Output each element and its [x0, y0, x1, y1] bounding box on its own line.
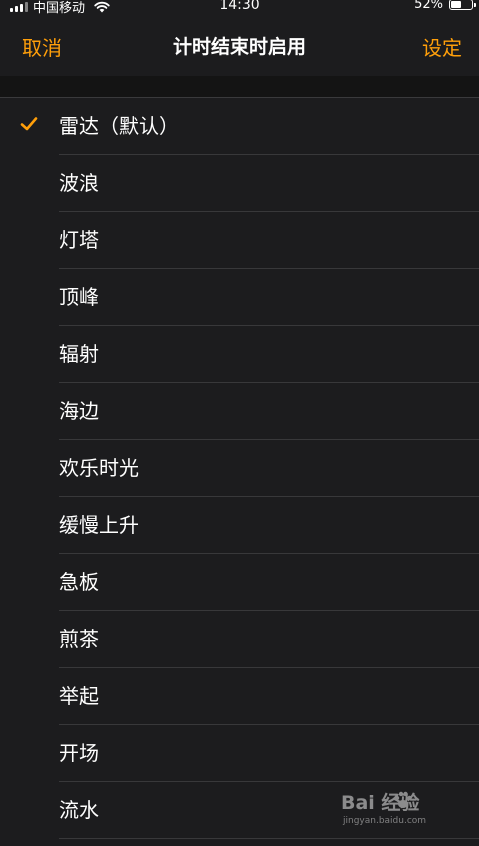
- timer-end-sound-screen: 中国移动 14:30 52% 取消 计时结束时启用 设定 雷达（默认） 波浪灯塔顶…: [0, 0, 479, 846]
- status-right: 52%: [414, 0, 476, 12]
- option-label: 煎茶: [59, 627, 99, 651]
- battery-level: [451, 1, 462, 8]
- option-item[interactable]: 急板: [0, 554, 479, 611]
- status-bar: 中国移动 14:30 52%: [0, 0, 479, 16]
- option-item[interactable]: 举起: [0, 668, 479, 725]
- option-label: 开场: [59, 741, 99, 765]
- option-item[interactable]: 顶峰: [0, 269, 479, 326]
- navigation-bar: 取消 计时结束时启用 设定: [0, 14, 479, 76]
- row-divider: [59, 838, 479, 839]
- option-label: 海边: [59, 399, 99, 423]
- sound-options-list: 雷达（默认） 波浪灯塔顶峰辐射海边欢乐时光缓慢上升急板煎茶举起开场流水: [0, 98, 479, 839]
- option-label: 辐射: [59, 342, 99, 366]
- option-item[interactable]: 辐射: [0, 326, 479, 383]
- option-label: 举起: [59, 684, 99, 708]
- battery-percent: 52%: [414, 0, 443, 12]
- watermark-url: jingyan.baidu.com: [343, 816, 427, 826]
- paw-icon: [394, 791, 412, 808]
- option-label: 波浪: [59, 171, 99, 195]
- option-item[interactable]: 海边: [0, 383, 479, 440]
- option-item[interactable]: 欢乐时光: [0, 440, 479, 497]
- option-item[interactable]: 灯塔: [0, 212, 479, 269]
- checkmark-icon: [20, 117, 38, 131]
- option-item[interactable]: 波浪: [0, 155, 479, 212]
- option-label: 灯塔: [59, 228, 99, 252]
- option-item[interactable]: 雷达（默认）: [0, 98, 479, 155]
- option-item[interactable]: 开场: [0, 725, 479, 782]
- option-item[interactable]: 缓慢上升: [0, 497, 479, 554]
- option-item[interactable]: 煎茶: [0, 611, 479, 668]
- option-label: 顶峰: [59, 285, 99, 309]
- set-button[interactable]: 设定: [422, 32, 462, 61]
- option-label: 欢乐时光: [59, 456, 139, 480]
- option-label: 缓慢上升: [59, 513, 139, 537]
- section-header-spacer: [0, 76, 479, 98]
- option-label: 急板: [59, 570, 99, 594]
- status-time: 14:30: [219, 0, 260, 13]
- battery-icon: [449, 0, 476, 10]
- option-label: 流水: [59, 798, 99, 822]
- option-label: 雷达（默认）: [59, 114, 179, 138]
- page-title: 计时结束时启用: [172, 36, 306, 58]
- baidu-watermark: Bai 经验 jingyan.baidu.com: [341, 788, 461, 834]
